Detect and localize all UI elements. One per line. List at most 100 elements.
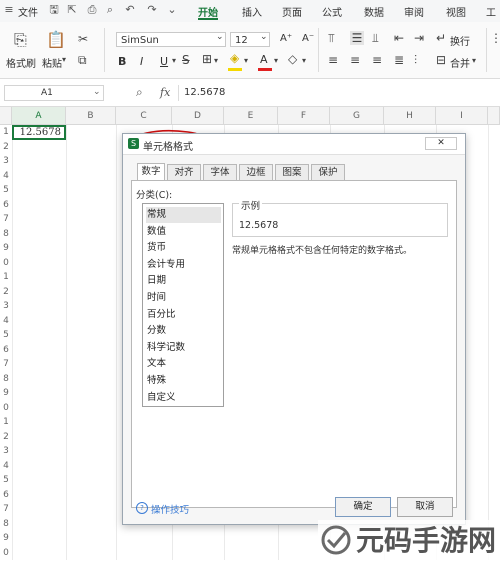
row-number[interactable]: 6 [0, 490, 12, 500]
column-header-g[interactable]: G [330, 107, 384, 125]
tab-border[interactable]: 边框 [239, 164, 273, 180]
cut-icon[interactable]: ✂ [78, 32, 88, 46]
category-item[interactable]: 数值 [146, 224, 221, 240]
indent-decrease-icon[interactable]: ⇤ [394, 31, 404, 45]
category-item[interactable]: 日期 [146, 273, 221, 289]
tab-number[interactable]: 数字 [137, 163, 165, 181]
dialog-close-button[interactable]: ✕ [425, 137, 457, 150]
category-item[interactable]: 货币 [146, 240, 221, 256]
row-number[interactable]: 1 [0, 417, 12, 427]
save-icon[interactable]: 🖫 [48, 4, 60, 16]
format-painter-label[interactable]: 格式刷 [6, 55, 36, 70]
underline-dropdown-icon[interactable]: ▾ [172, 56, 176, 65]
row-number[interactable]: 9 [0, 388, 12, 398]
row-number[interactable]: 2 [0, 287, 12, 297]
file-menu[interactable]: 文件 [18, 4, 38, 19]
tab-protection[interactable]: 保护 [311, 164, 345, 180]
row-number[interactable]: 9 [0, 533, 12, 543]
font-color-icon[interactable]: A [260, 53, 268, 66]
row-number[interactable]: 6 [0, 200, 12, 210]
row-number[interactable]: 5 [0, 475, 12, 485]
font-grow-button[interactable]: A⁺ [280, 33, 292, 44]
row-number[interactable]: 4 [0, 171, 12, 181]
undo-icon[interactable]: ↶ [124, 4, 136, 16]
border-icon[interactable]: ⊞ [202, 52, 212, 66]
row-number[interactable]: 7 [0, 214, 12, 224]
column-header-b[interactable]: B [66, 107, 116, 125]
print-preview-icon[interactable]: ⌕ [104, 4, 116, 16]
tab-data[interactable]: 数据 [364, 4, 384, 19]
menu-icon[interactable]: ≡ [3, 4, 15, 16]
row-number[interactable]: 8 [0, 519, 12, 529]
category-list[interactable]: 常规 数值 货币 会计专用 日期 时间 百分比 分数 科学记数 文本 特殊 自定义 [142, 203, 224, 407]
align-middle-icon[interactable]: ☰ [350, 31, 364, 45]
column-header-e[interactable]: E [224, 107, 278, 125]
tab-review[interactable]: 审阅 [404, 4, 424, 19]
wrap-text-icon[interactable]: ↵ [436, 31, 446, 45]
merge-icon[interactable]: ⊟ [436, 53, 446, 67]
print-icon[interactable]: ⎙ [86, 4, 98, 16]
row-number[interactable]: 2 [0, 432, 12, 442]
column-header-f[interactable]: F [278, 107, 330, 125]
select-all-corner[interactable] [0, 107, 12, 125]
tab-formula[interactable]: 公式 [322, 4, 342, 19]
column-header-partial[interactable] [488, 107, 500, 125]
row-number[interactable]: 8 [0, 229, 12, 239]
tab-font[interactable]: 字体 [203, 164, 237, 180]
paste-label[interactable]: 粘贴 [42, 55, 62, 70]
fx-icon[interactable]: fx [160, 86, 170, 99]
column-header-i[interactable]: I [436, 107, 488, 125]
paste-dropdown-icon[interactable]: ▾ [62, 55, 66, 64]
category-item[interactable]: 特殊 [146, 373, 221, 389]
column-header-c[interactable]: C [116, 107, 172, 125]
clear-dropdown-icon[interactable]: ▾ [302, 56, 306, 65]
font-name-chevron-icon[interactable]: ⌄ [216, 32, 224, 42]
ribbon-more-icon[interactable]: ⋮ [490, 31, 500, 45]
row-number[interactable]: 1 [0, 272, 12, 282]
tab-page[interactable]: 页面 [282, 4, 302, 19]
row-number[interactable]: 3 [0, 156, 12, 166]
category-item[interactable]: 自定义 [146, 390, 221, 406]
export-icon[interactable]: ⇱ [66, 4, 78, 16]
indent-increase-icon[interactable]: ⇥ [414, 31, 424, 45]
row-number[interactable]: 0 [0, 258, 12, 268]
font-color-dropdown-icon[interactable]: ▾ [274, 56, 278, 65]
row-number[interactable]: 0 [0, 548, 12, 558]
category-item[interactable]: 百分比 [146, 307, 221, 323]
font-name-select[interactable]: SimSun [116, 32, 226, 47]
column-header-h[interactable]: H [384, 107, 436, 125]
cell-a1[interactable]: 12.5678 [12, 125, 66, 140]
tab-alignment[interactable]: 对齐 [167, 164, 201, 180]
tab-home[interactable]: 开始 [198, 4, 218, 19]
category-item[interactable]: 时间 [146, 290, 221, 306]
fill-color-dropdown-icon[interactable]: ▾ [244, 56, 248, 65]
tab-tools[interactable]: 工 [486, 4, 496, 19]
row-number[interactable]: 4 [0, 316, 12, 326]
align-left-icon[interactable]: ≡ [328, 53, 338, 67]
help-icon[interactable]: ? [136, 502, 148, 514]
justify-icon[interactable]: ≣ [394, 53, 404, 67]
tips-link[interactable]: 操作技巧 [151, 502, 189, 516]
dialog-titlebar[interactable]: S 单元格格式 ✕ [123, 134, 465, 155]
row-number[interactable]: 1 [0, 127, 12, 137]
category-item[interactable]: 会计专用 [146, 257, 221, 273]
merge-dropdown-icon[interactable]: ▾ [472, 56, 476, 65]
merge-label[interactable]: 合并 [450, 55, 470, 70]
align-center-icon[interactable]: ≡ [350, 53, 360, 67]
category-item[interactable]: 科学记数 [146, 340, 221, 356]
strikethrough-icon[interactable]: S̶ [182, 53, 190, 67]
underline-button[interactable]: U [160, 55, 168, 68]
row-number[interactable]: 5 [0, 185, 12, 195]
row-number[interactable]: 9 [0, 243, 12, 253]
tab-view[interactable]: 视图 [446, 4, 466, 19]
row-number[interactable]: 4 [0, 461, 12, 471]
wrap-text-label[interactable]: 换行 [450, 33, 470, 48]
copy-icon[interactable]: ⧉ [78, 53, 87, 68]
font-size-chevron-icon[interactable]: ⌄ [260, 32, 268, 42]
ok-button[interactable]: 确定 [335, 497, 391, 517]
name-box[interactable]: A1 ⌄ [4, 85, 104, 101]
row-number[interactable]: 3 [0, 301, 12, 311]
row-number[interactable]: 0 [0, 403, 12, 413]
category-item[interactable]: 常规 [146, 207, 221, 223]
name-box-chevron-icon[interactable]: ⌄ [93, 87, 101, 97]
